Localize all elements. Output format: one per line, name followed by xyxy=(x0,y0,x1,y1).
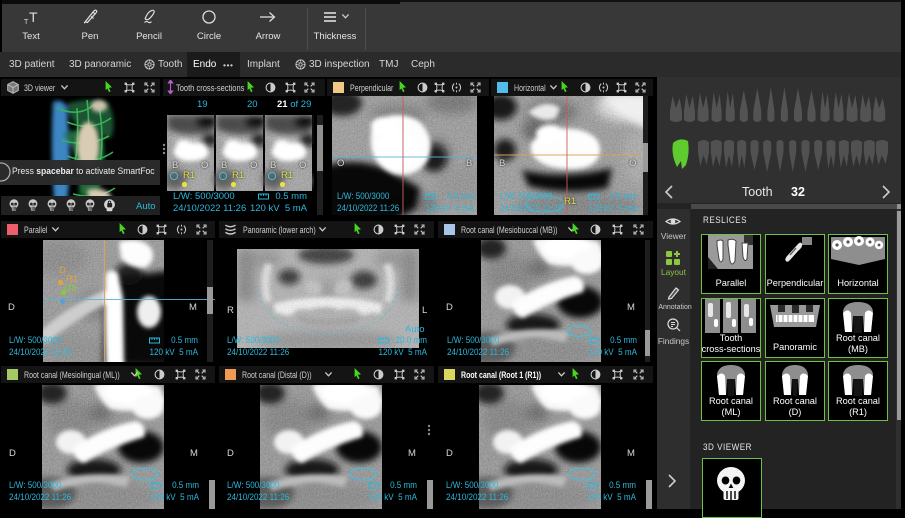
svg-text:T: T xyxy=(29,9,38,25)
svg-text:T: T xyxy=(24,19,29,25)
